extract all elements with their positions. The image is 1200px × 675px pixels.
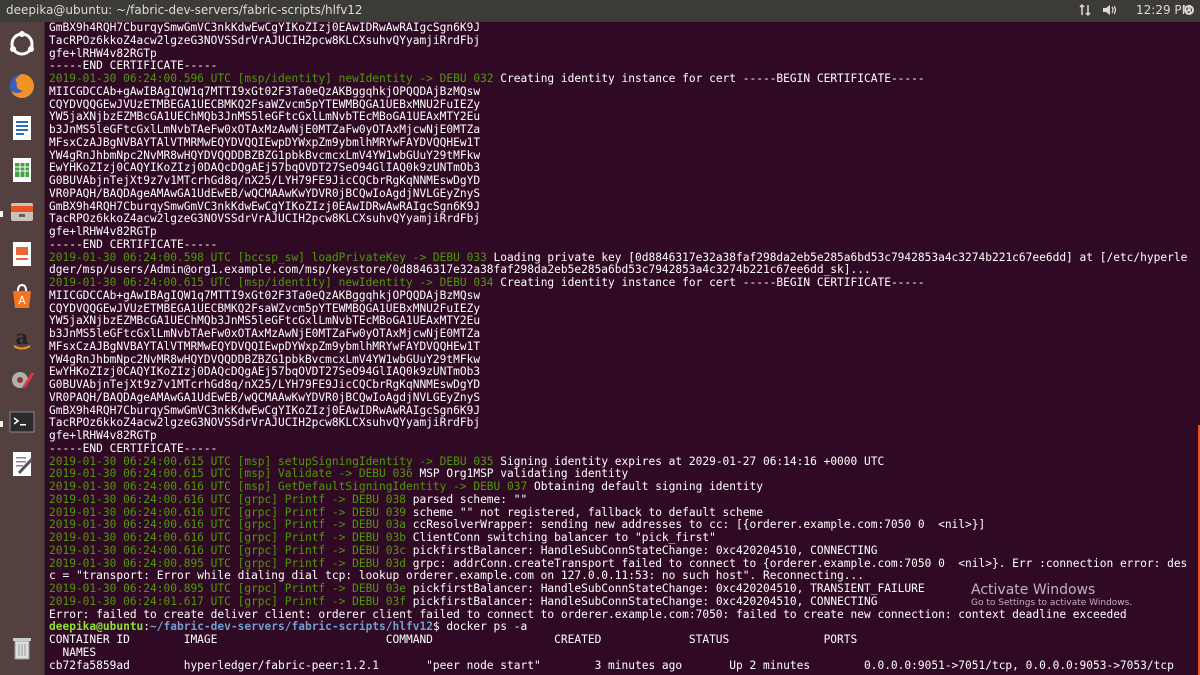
terminal-text: grpc: addrConn.createTransport failed to… [405,556,1188,570]
launcher: A a [0,22,45,675]
terminal-text: scheme "" not registered, fallback to de… [405,505,763,519]
power-gear-icon[interactable] [1182,3,1196,20]
terminal-text: CONTAINER ID IMAGE COMMAND CREATED STATU… [49,633,858,646]
terminal-text: 2019-01-30 06:24:00.616 UTC [grpc] Print… [49,531,406,544]
terminal-text: EwYHKoZIzj0CAQYIKoZIzj0DAQcDQgAEj57bqOVD… [49,161,481,175]
terminal-text: VR0PAQH/BAQDAgeAMAwGA1UdEwEB/wQCMAAwKwYD… [49,390,481,404]
top-panel: deepika@ubuntu: ~/fabric-dev-servers/fab… [0,0,1200,22]
svg-text:A: A [18,294,26,307]
terminal-text: TacRPOz6kkoZ4acw2lgzeG3NOVSSdrVrAJUCIH2p… [49,33,481,47]
terminal-line: gfe+lRHW4v82RGTp [49,225,1195,239]
terminal-text: gfe+lRHW4v82RGTp [49,225,157,238]
terminal-text: gfe+lRHW4v82RGTp [49,429,157,442]
activate-windows-watermark: Activate Windows Go to Settings to activ… [971,582,1132,608]
terminal-text: G0BUVAbjnTejXt9z7v1MTcrhGd8q/nX25/LYH79F… [49,378,481,391]
text-editor-icon[interactable] [4,446,40,482]
terminal-text: -----END CERTIFICATE----- [49,59,218,73]
terminal-text: YW5jaXNjbzEZMBcGA1UEChMQb3JnMS5leGFtcGxl… [49,110,481,124]
libreoffice-impress-icon[interactable] [4,236,40,272]
terminal-line: cb72fa5859ad hyperledger/fabric-peer:1.2… [49,658,1195,673]
terminal-text: GmBX9h4RQH7CburqySmwGmVC3nkKdwEwCgYIKoZI… [49,22,481,34]
terminal-line: TacRPOz6kkoZ4acw2lgzeG3NOVSSdrVrAJUCIH2p… [49,416,1195,430]
terminal-text: deepika@ubuntu [49,620,144,634]
terminal-text: 2019-01-30 06:24:01.617 UTC [grpc] Print… [49,594,406,608]
terminal-line: gfe+lRHW4v82RGTp [49,429,1195,443]
terminal-text: 2019-01-30 06:24:00.596 UTC [msp/identit… [49,72,494,85]
terminal-text: 2019-01-30 06:24:00.615 UTC [msp] Valida… [49,467,413,481]
terminal-text: c = "transport: Error while dialing dial… [49,569,864,583]
terminal-text: MFsxCzAJBgNVBAYTAlVTMRMwEQYDVQQIEwpDYWxp… [49,339,481,353]
terminal-text: TacRPOz6kkoZ4acw2lgzeG3NOVSSdrVrAJUCIH2p… [49,416,481,430]
system-settings-icon[interactable] [4,362,40,398]
terminal-text: G0BUVAbjnTejXt9z7v1MTcrhGd8q/nX25/LYH79F… [49,174,481,187]
watermark-title: Activate Windows [971,582,1096,598]
volume-icon[interactable] [1102,3,1118,20]
terminal-text: pickfirstBalancer: HandleSubConnStateCha… [405,582,925,595]
terminal-text: Creating identity instance for cert ----… [493,276,925,289]
window-title: deepika@ubuntu: ~/fabric-dev-servers/fab… [6,3,363,17]
terminal-text: gfe+lRHW4v82RGTp [49,46,157,60]
terminal-text: ClientConn switching balancer to "pick_f… [405,531,716,544]
terminal-text: Signing identity expires at 2029-01-27 0… [493,454,885,468]
terminal-text: 2019-01-30 06:24:00.616 UTC [msp] GetDef… [49,480,528,493]
terminal-text: GmBX9h4RQH7CburqySmwGmVC3nkKdwEwCgYIKoZI… [49,199,481,213]
terminal-text: Error: failed to create deliver client: … [49,607,1127,621]
terminal-line: CONTAINER ID IMAGE COMMAND CREATED STATU… [49,633,1195,647]
libreoffice-writer-icon[interactable] [4,110,40,146]
libreoffice-calc-icon[interactable] [4,152,40,188]
terminal-text: MIICGDCCAb+gAwIBAgIQW1q7MTTI9xGt02F3Ta0e… [49,288,481,302]
terminal-text: CQYDVQQGEwJVUzETMBEGA1UECBMKQ2FsaWZvcm5p… [49,97,481,111]
files-icon[interactable] [4,194,40,230]
terminal-text: Creating identity instance for cert ----… [493,72,925,85]
svg-text:a: a [16,325,29,349]
terminal-text: 2019-01-30 06:24:00.895 UTC [grpc] Print… [49,556,406,570]
terminal-text: YW5jaXNjbzEZMBcGA1UEChMQb3JnMS5leGFtcGxl… [49,314,481,328]
terminal-text: b3JnMS5leGFtcGxlLmNvbTAeFw0xOTAxMzAwNjE0… [49,123,481,136]
terminal-text: NAMES [49,645,97,659]
terminal-text: cb72fa5859ad hyperledger/fabric-peer:1.2… [49,658,1174,672]
terminal-icon[interactable] [4,404,40,440]
terminal-text: MFsxCzAJBgNVBAYTAlVTMRMwEQYDVQQIEwpDYWxp… [49,135,481,149]
terminal-line: TacRPOz6kkoZ4acw2lgzeG3NOVSSdrVrAJUCIH2p… [49,212,1195,226]
terminal-text: MIICGDCCAb+gAwIBAgIQW1q7MTTI9xGt02F3Ta0e… [49,84,481,98]
terminal-text: 2019-01-30 06:24:00.598 UTC [bccsp_sw] l… [49,250,487,264]
terminal-text: ccResolverWrapper: sending new addresses… [405,518,986,532]
terminal-text: YW4gRnJhbmNpc2NvMR8wHQYDVQQDDBZBZG1pbkBv… [49,148,481,162]
terminal-text: MSP Org1MSP validating identity [412,467,629,481]
watermark-subtitle: Go to Settings to activate Windows. [971,598,1133,608]
terminal-text: 2019-01-30 06:24:00.616 UTC [grpc] Print… [49,543,406,557]
terminal-text: 2019-01-30 06:24:00.895 UTC [grpc] Print… [49,582,406,595]
terminal-text: EwYHKoZIzj0CAQYIKoZIzj0DAQcDQgAEj57bqOVD… [49,365,481,379]
terminal-text: Obtaining default signing identity [527,480,763,493]
amazon-icon[interactable]: a [4,320,40,356]
terminal-text: 2019-01-30 06:24:00.616 UTC [grpc] Print… [49,492,406,506]
terminal-text: parsed scheme: "" [405,492,528,506]
terminal-text: GmBX9h4RQH7CburqySmwGmVC3nkKdwEwCgYIKoZI… [49,403,481,417]
terminal-text: -----END CERTIFICATE----- [49,441,218,455]
terminal-text: b3JnMS5leGFtcGxlLmNvbTAeFw0xOTAxMzAwNjE0… [49,327,481,340]
terminal-text: 2019-01-30 06:24:00.616 UTC [grpc] Print… [49,518,406,532]
firefox-icon[interactable] [4,68,40,104]
network-icon[interactable] [1078,3,1092,20]
terminal-text: -----END CERTIFICATE----- [49,237,218,251]
terminal-text: pickfirstBalancer: HandleSubConnStateCha… [405,543,878,557]
terminal-line: gfe+lRHW4v82RGTp [49,46,1195,61]
terminal-text: CQYDVQQGEwJVUzETMBEGA1UECBMKQ2FsaWZvcm5p… [49,301,481,315]
terminal-text: Loading private key [0d8846317e32a38faf2… [486,250,1188,264]
terminal-text: TacRPOz6kkoZ4acw2lgzeG3NOVSSdrVrAJUCIH2p… [49,212,481,226]
terminal-text: YW4gRnJhbmNpc2NvMR8wHQYDVQQDDBZBZG1pbkBv… [49,352,481,366]
software-center-icon[interactable]: A [4,278,40,314]
terminal-text: ~/fabric-dev-servers/fabric-scripts/hlfv… [150,620,433,634]
trash-icon[interactable] [4,630,40,666]
terminal-text: 2019-01-30 06:24:00.615 UTC [msp] setupS… [49,454,494,468]
terminal-text: VR0PAQH/BAQDAgeAMAwGA1UdEwEB/wQCMAAwKwYD… [49,186,481,200]
terminal-line: TacRPOz6kkoZ4acw2lgzeG3NOVSSdrVrAJUCIH2p… [49,33,1195,48]
dash-icon[interactable] [4,26,40,62]
terminal-output[interactable]: GmBX9h4RQH7CburqySmwGmVC3nkKdwEwCgYIKoZI… [49,22,1195,675]
terminal-text: pickfirstBalancer: HandleSubConnStateCha… [405,594,878,608]
terminal-text: 2019-01-30 06:24:00.615 UTC [msp/identit… [49,276,494,289]
terminal-text: dger/msp/users/Admin@org1.example.com/ms… [49,263,871,277]
terminal-text: $ docker ps -a [432,620,528,634]
terminal-text: 2019-01-30 06:24:00.616 UTC [grpc] Print… [49,505,406,519]
